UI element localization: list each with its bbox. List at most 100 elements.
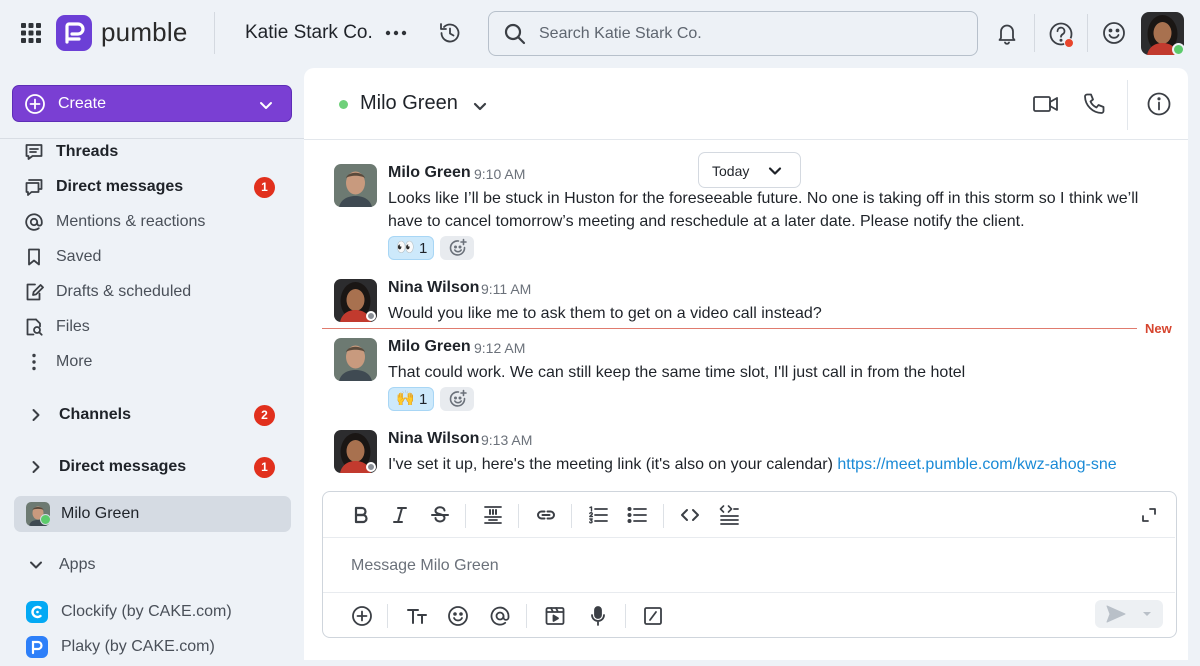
meeting-link[interactable]: https://meet.pumble.com/kwz-ahog-sne <box>837 456 1116 473</box>
message-author[interactable]: Nina Wilson <box>388 279 479 297</box>
strikethrough-icon[interactable] <box>429 504 451 526</box>
message-time: 9:12 AM <box>474 340 526 356</box>
divider <box>214 12 215 54</box>
send-options-chevron-icon[interactable] <box>1141 608 1153 620</box>
sidebar-item-direct-messages[interactable]: Direct messages 1 <box>0 170 304 204</box>
sidebar-item-label: Files <box>56 318 90 335</box>
workspace-name[interactable]: Katie Stark Co. <box>245 22 373 44</box>
avatar[interactable] <box>334 164 377 207</box>
new-messages-divider <box>322 328 1137 329</box>
sidebar-section-apps[interactable]: Apps <box>0 548 304 582</box>
status-emoji-icon[interactable] <box>1101 20 1127 46</box>
divider <box>387 604 388 628</box>
history-icon[interactable] <box>437 20 463 46</box>
message-author[interactable]: Milo Green <box>388 164 471 182</box>
conversation-header: Milo Green <box>304 68 1188 140</box>
info-icon[interactable] <box>1146 91 1172 117</box>
drafts-icon <box>24 282 44 302</box>
microphone-icon[interactable] <box>587 605 609 627</box>
divider <box>1034 14 1035 52</box>
composer-toolbar <box>323 592 1175 637</box>
at-icon <box>24 212 44 232</box>
create-label: Create <box>58 95 107 112</box>
divider <box>518 504 519 528</box>
message-text: Looks like I’ll be stuck in Huston for t… <box>388 190 1139 230</box>
sidebar-app-plaky[interactable]: Plaky (by CAKE.com) <box>0 630 304 664</box>
code-block-icon[interactable] <box>718 504 740 526</box>
chevron-down-icon[interactable] <box>471 97 489 115</box>
message: Nina Wilson 9:11 AM Would you like me to… <box>334 279 1174 327</box>
avatar[interactable] <box>334 338 377 381</box>
unread-badge: 1 <box>254 177 275 198</box>
sidebar-item-files[interactable]: Files <box>0 310 304 344</box>
video-clip-icon[interactable] <box>544 605 566 627</box>
sidebar-item-saved[interactable]: Saved <box>0 240 304 274</box>
online-status-dot <box>40 514 51 525</box>
add-reaction-button[interactable] <box>440 236 474 260</box>
emoji-icon[interactable] <box>447 605 469 627</box>
sidebar-item-threads[interactable]: Threads <box>0 135 304 169</box>
reaction-chip[interactable]: 🙌 1 <box>388 387 434 411</box>
add-reaction-button[interactable] <box>440 387 474 411</box>
plaky-icon <box>26 636 48 658</box>
link-icon[interactable] <box>535 504 557 526</box>
video-call-icon[interactable] <box>1032 92 1060 116</box>
text-format-icon[interactable] <box>406 605 428 627</box>
slash-command-icon[interactable] <box>642 605 664 627</box>
divider <box>465 504 466 528</box>
plus-circle-icon <box>24 93 46 115</box>
search-input[interactable] <box>539 21 959 47</box>
sidebar-item-label: Saved <box>56 248 102 265</box>
divider <box>663 504 664 528</box>
message-text: Would you like me to ask them to get on … <box>388 305 822 322</box>
conversation-panel: Milo Green Today Milo Green 9:10 AM Look… <box>304 68 1188 660</box>
quote-block-icon[interactable] <box>482 504 504 526</box>
message-author[interactable]: Milo Green <box>388 338 471 356</box>
unread-badge: 2 <box>254 405 275 426</box>
bold-icon[interactable] <box>350 504 372 526</box>
sidebar-item-label: Drafts & scheduled <box>56 283 192 300</box>
sidebar-item-more[interactable]: More <box>0 345 304 379</box>
create-button[interactable]: Create <box>12 85 292 122</box>
section-label: Channels <box>59 406 132 423</box>
help-notification-dot <box>1064 38 1074 48</box>
bulleted-list-icon[interactable] <box>626 504 648 526</box>
italic-icon[interactable] <box>389 504 411 526</box>
search-box[interactable] <box>488 11 978 56</box>
app-grid-icon[interactable] <box>20 22 42 44</box>
sidebar-section-channels[interactable]: Channels 2 <box>0 398 304 432</box>
threads-icon <box>24 142 44 162</box>
sidebar-item-drafts[interactable]: Drafts & scheduled <box>0 275 304 309</box>
workspace-more-icon[interactable] <box>384 22 408 44</box>
mention-icon[interactable] <box>489 605 511 627</box>
send-icon[interactable] <box>1105 604 1127 624</box>
notifications-bell-icon[interactable] <box>994 20 1020 46</box>
chevron-right-icon <box>28 407 44 423</box>
eyes-emoji: 👀 <box>396 239 415 256</box>
reaction-chip[interactable]: 👀 1 <box>388 236 434 260</box>
sidebar-item-mentions[interactable]: Mentions & reactions <box>0 205 304 239</box>
section-label: Apps <box>59 556 96 573</box>
expand-icon[interactable] <box>1140 506 1158 524</box>
message-input[interactable] <box>351 555 1131 577</box>
bookmark-icon <box>24 247 44 267</box>
message-composer <box>322 491 1177 638</box>
divider <box>1127 80 1128 130</box>
add-attachment-icon[interactable] <box>351 605 373 627</box>
new-messages-label: New <box>1145 321 1172 336</box>
sidebar-item-label: More <box>56 353 93 370</box>
conversation-title[interactable]: Milo Green <box>360 92 458 115</box>
message-author[interactable]: Nina Wilson <box>388 430 479 448</box>
sidebar-section-direct-messages[interactable]: Direct messages 1 <box>0 450 304 484</box>
message-time: 9:13 AM <box>481 432 533 448</box>
sidebar-app-clockify[interactable]: Clockify (by CAKE.com) <box>0 595 304 629</box>
message-time: 9:10 AM <box>474 166 526 182</box>
sidebar-dm-milo-green[interactable]: Milo Green <box>14 496 291 532</box>
sidebar-item-label: Mentions & reactions <box>56 213 206 230</box>
phone-call-icon[interactable] <box>1082 91 1108 117</box>
app-name: pumble <box>101 17 188 47</box>
code-icon[interactable] <box>679 504 701 526</box>
direct-messages-icon <box>24 177 44 197</box>
numbered-list-icon[interactable] <box>587 504 609 526</box>
app-label: Clockify (by CAKE.com) <box>61 603 232 620</box>
